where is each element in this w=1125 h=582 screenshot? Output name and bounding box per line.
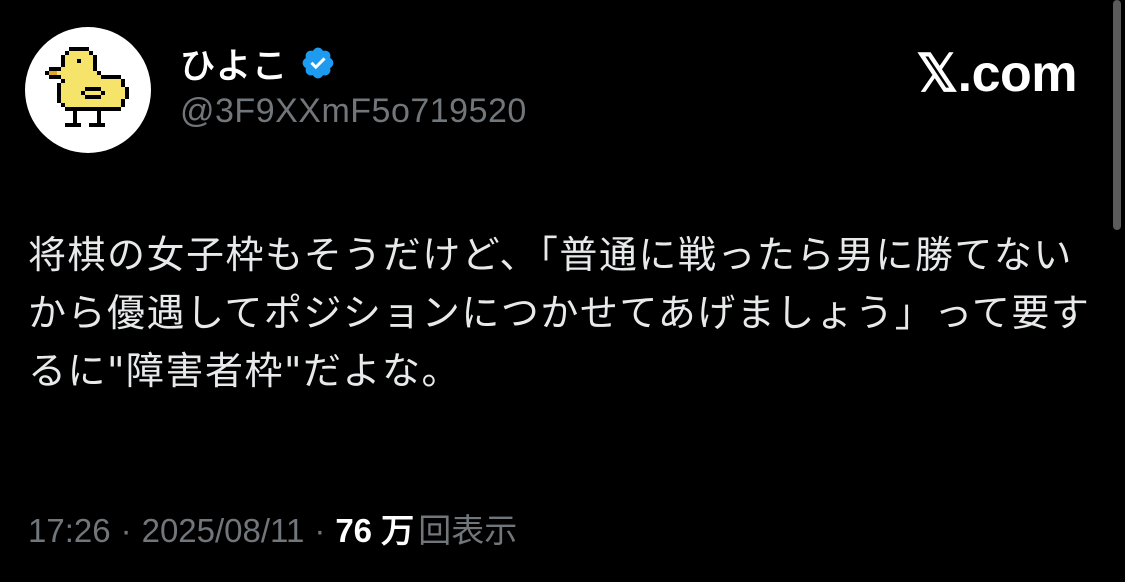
tweet-text: 将棋の女子枠もそうだけど、「普通に戦ったら男に勝てないから優遇してポジションにつ… — [28, 233, 1091, 393]
tweet-meta: 17:26 · 2025/08/11 · 76 万 回表示 — [28, 504, 517, 552]
author-handle[interactable]: @3F9XXmF5o719520 — [180, 92, 527, 131]
tweet-card: ひよこ @3F9XXmF5o719520 𝕏.com 将棋の女子枠もそうだけど、… — [0, 0, 1125, 582]
author-display-name[interactable]: ひよこ — [180, 38, 288, 89]
pixel-chick-icon — [45, 47, 129, 127]
views-label: 回表示 — [418, 512, 518, 549]
tweet-time[interactable]: 17:26 — [28, 512, 111, 550]
author-name-row[interactable]: ひよこ — [180, 38, 336, 89]
meta-separator: · — [120, 512, 132, 549]
avatar[interactable] — [25, 27, 151, 153]
site-brand-logo: 𝕏.com — [916, 45, 1077, 103]
scrollbar[interactable] — [1113, 0, 1121, 230]
meta-separator: · — [314, 512, 326, 549]
tweet-date[interactable]: 2025/08/11 — [142, 512, 305, 550]
verified-badge-icon — [302, 47, 334, 79]
views-count: 76 万 — [335, 512, 415, 549]
